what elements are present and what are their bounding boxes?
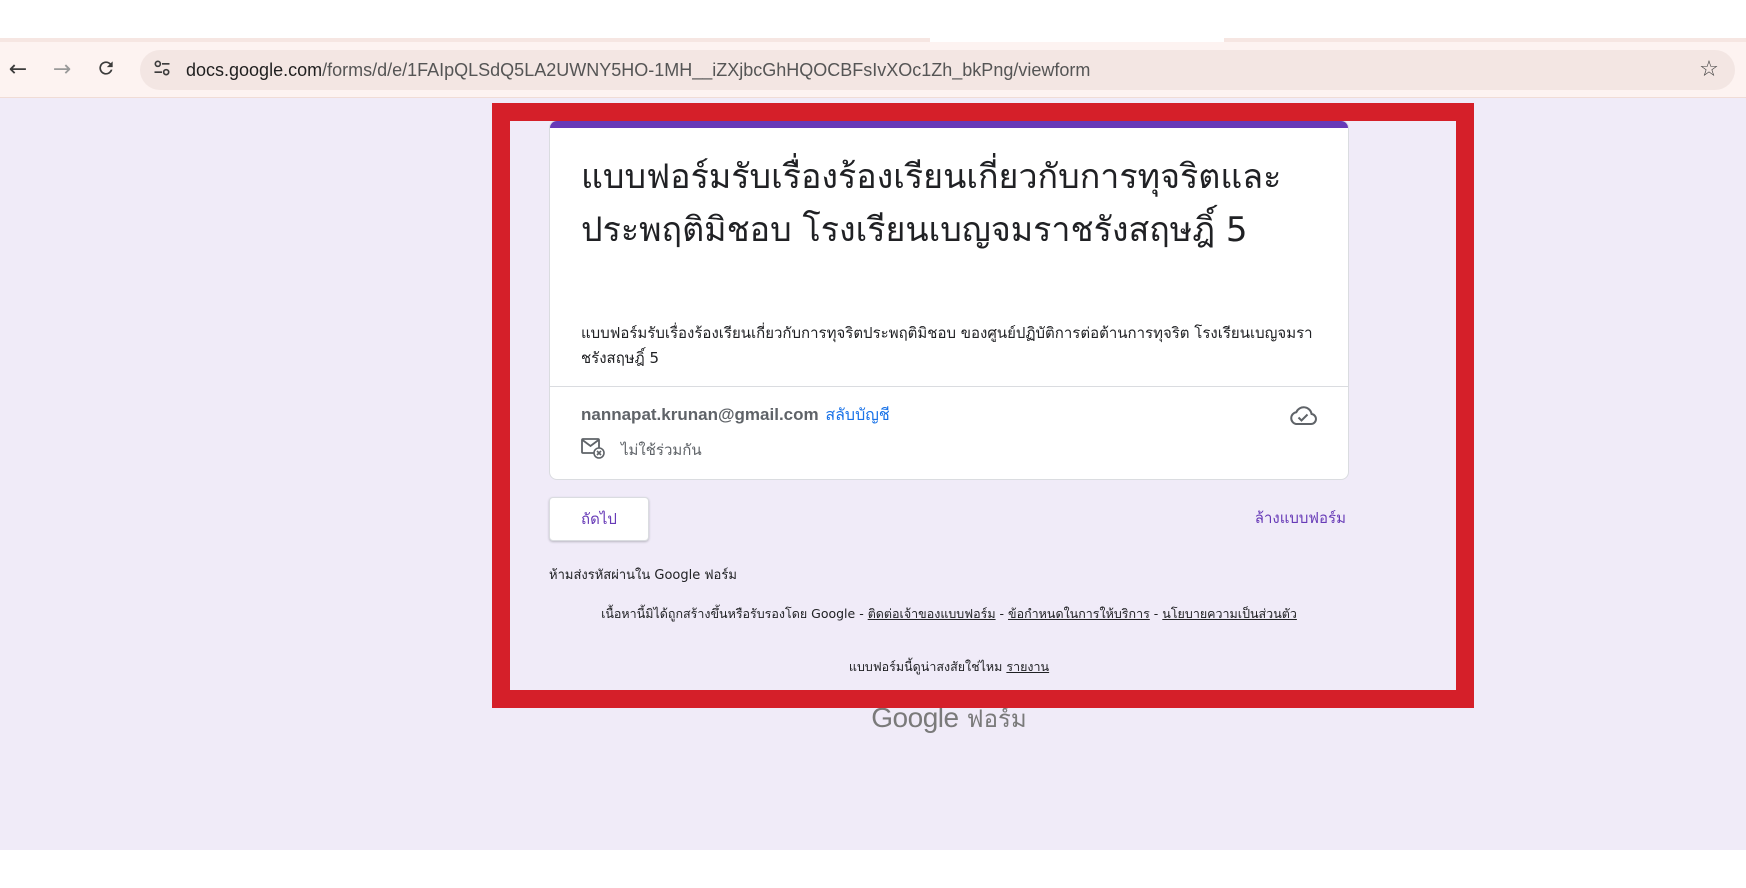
- arrow-left-icon: ←: [8, 57, 28, 82]
- report-link[interactable]: รายงาน: [1006, 659, 1049, 674]
- card-accent-bar: [550, 121, 1348, 128]
- footer-disclaimer: เนื้อหานี้มิได้ถูกสร้างขึ้นหรือรับรองโดย…: [549, 604, 1349, 623]
- browser-tab-strip: [0, 0, 1746, 42]
- address-bar[interactable]: docs.google.com/forms/d/e/1FAIpQLSdQ5LA2…: [140, 50, 1735, 90]
- reload-icon: [96, 58, 116, 83]
- clear-form-button[interactable]: ล้างแบบฟอร์ม: [1222, 506, 1346, 530]
- password-warning: ห้ามส่งรหัสผ่านใน Google ฟอร์ม: [549, 568, 737, 583]
- back-button[interactable]: ←: [0, 52, 36, 88]
- browser-toolbar: ← → docs.google.com/forms/d/e/1FAIpQLSdQ…: [0, 42, 1746, 98]
- terms-link[interactable]: ข้อกำหนดในการให้บริการ: [1008, 606, 1150, 621]
- report-prompt: แบบฟอร์มนี้ดูน่าสงสัยใช่ไหม: [848, 659, 1007, 674]
- not-shared-row: ไม่ใช้ร่วมกัน: [581, 437, 702, 463]
- report-line: แบบฟอร์มนี้ดูน่าสงสัยใช่ไหม รายงาน: [549, 657, 1349, 677]
- url-text[interactable]: docs.google.com/forms/d/e/1FAIpQLSdQ5LA2…: [186, 60, 1090, 81]
- url-host: docs.google.com: [186, 59, 323, 80]
- forward-button[interactable]: →: [44, 52, 80, 88]
- arrow-right-icon: →: [52, 57, 72, 82]
- google-forms-logo[interactable]: Google ฟอร์ม: [549, 700, 1349, 736]
- cloud-done-icon: [1288, 404, 1318, 432]
- tune-icon: [152, 58, 172, 82]
- brand-forms: ฟอร์ม: [966, 704, 1027, 733]
- switch-account-link[interactable]: สลับบัญชี: [825, 405, 889, 424]
- disclaimer-text: เนื้อหานี้มิได้ถูกสร้างขึ้นหรือรับรองโดย…: [601, 606, 868, 621]
- star-icon: ☆: [1699, 57, 1719, 82]
- separator: -: [1149, 606, 1163, 621]
- site-info-button[interactable]: [142, 50, 182, 90]
- brand-google: Google: [871, 702, 959, 733]
- reload-button[interactable]: [88, 52, 124, 88]
- bookmark-button[interactable]: ☆: [1697, 58, 1721, 82]
- account-row: nannapat.krunan@gmail.com สลับบัญชี: [581, 403, 890, 428]
- next-button[interactable]: ถัดไป: [549, 497, 649, 541]
- not-shared-label: ไม่ใช้ร่วมกัน: [621, 441, 702, 459]
- account-email: nannapat.krunan@gmail.com: [581, 405, 819, 424]
- mail-off-icon: [581, 437, 605, 463]
- url-path: /forms/d/e/1FAIpQLSdQ5LA2UWNY5HO-1MH__iZ…: [322, 59, 1091, 80]
- form-header-card: แบบฟอร์มรับเรื่องร้องเรียนเกี่ยวกับการทุ…: [549, 120, 1349, 480]
- separator: -: [995, 606, 1009, 621]
- contact-owner-link[interactable]: ติดต่อเจ้าของแบบฟอร์ม: [868, 606, 996, 621]
- privacy-link[interactable]: นโยบายความเป็นส่วนตัว: [1162, 606, 1297, 621]
- form-description: แบบฟอร์มรับเรื่องร้องเรียนเกี่ยวกับการทุ…: [581, 324, 1313, 367]
- form-title: แบบฟอร์มรับเรื่องร้องเรียนเกี่ยวกับการทุ…: [581, 157, 1282, 250]
- card-divider: [550, 386, 1348, 387]
